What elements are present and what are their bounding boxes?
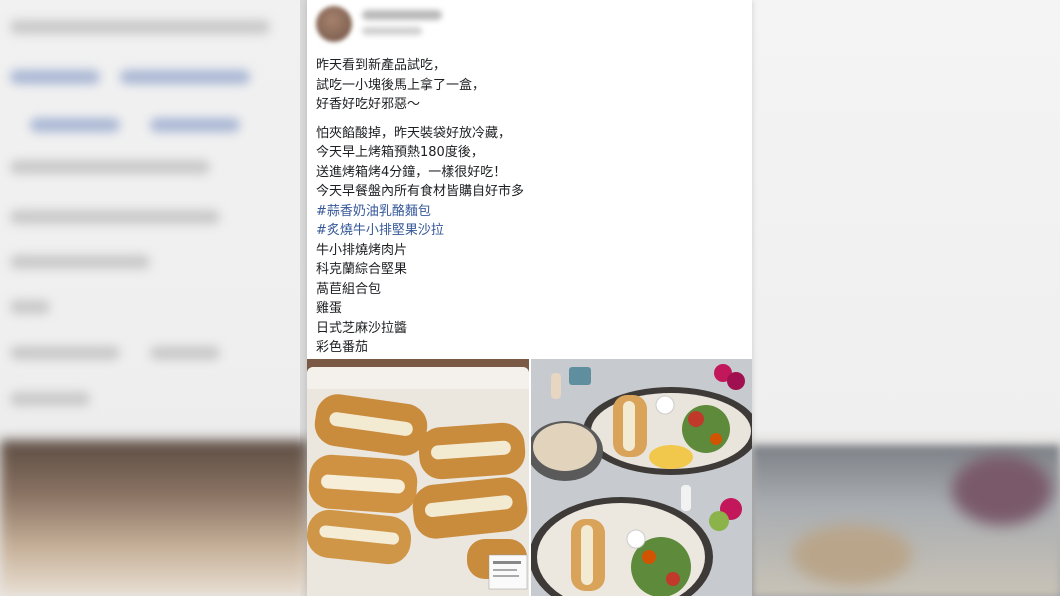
ingredient-item: 科克蘭綜合堅果: [316, 262, 408, 277]
blurred-bread-photo: [0, 440, 308, 596]
ingredient-item: 雞蛋: [316, 301, 343, 316]
garlic-bread-box-icon: [307, 359, 529, 596]
breakfast-plate-photo[interactable]: [531, 359, 752, 596]
post-line: 試吃一小塊後馬上拿了一盒，: [316, 77, 486, 93]
ingredient-item: 牛小排燒烤肉片: [316, 242, 408, 258]
blurred-text: [10, 210, 220, 224]
post-line: 好香好吃好邪惡～: [316, 97, 421, 112]
blurred-text: [10, 346, 120, 360]
blurred-text: [150, 118, 240, 132]
blurred-blob: [792, 525, 912, 585]
breakfast-plates-icon: [531, 359, 752, 596]
blurred-text: [120, 70, 250, 84]
facebook-post-card: 昨天看到新產品試吃， 試吃一小塊後馬上拿了一盒， 好香好吃好邪惡～ 怕夾餡酸掉，…: [307, 0, 752, 596]
ingredient-item: 日式芝麻沙拉醬: [316, 320, 408, 336]
blurred-text: [10, 70, 100, 84]
blurred-blob: [952, 455, 1052, 525]
blurred-author-name: [362, 10, 442, 20]
blurred-text: [10, 300, 50, 314]
post-line: 今天早餐盤內所有食材皆購自好市多: [316, 184, 525, 199]
bread-box-photo[interactable]: [307, 359, 529, 596]
ingredient-item: 萵苣組合包: [316, 281, 382, 297]
blurred-text: [10, 255, 150, 269]
avatar[interactable]: [316, 6, 352, 42]
blurred-text: [30, 118, 120, 132]
post-line: 昨天看到新產品試吃，: [316, 58, 447, 73]
post-line: 今天早上烤箱預熱180度後，: [316, 145, 484, 160]
ingredient-item: 彩色番茄: [316, 340, 369, 355]
blurred-plate-photo: [752, 445, 1060, 596]
post-line: 送進烤箱烤4分鐘，一樣很好吃！: [316, 164, 507, 180]
blurred-text: [10, 20, 270, 34]
hashtag-link[interactable]: #蒜香奶油乳酪麵包: [316, 202, 736, 222]
post-text: 昨天看到新產品試吃， 試吃一小塊後馬上拿了一盒， 好香好吃好邪惡～ 怕夾餡酸掉，…: [316, 56, 736, 358]
blurred-text: [10, 392, 90, 406]
post-photos: [307, 359, 752, 596]
blurred-post-meta: [362, 27, 422, 35]
blurred-text: [10, 160, 210, 174]
hashtag-link[interactable]: #炙燒牛小排堅果沙拉: [316, 221, 736, 241]
blurred-text: [150, 346, 220, 360]
post-line: 怕夾餡酸掉，昨天裝袋好放冷藏，: [316, 125, 512, 141]
